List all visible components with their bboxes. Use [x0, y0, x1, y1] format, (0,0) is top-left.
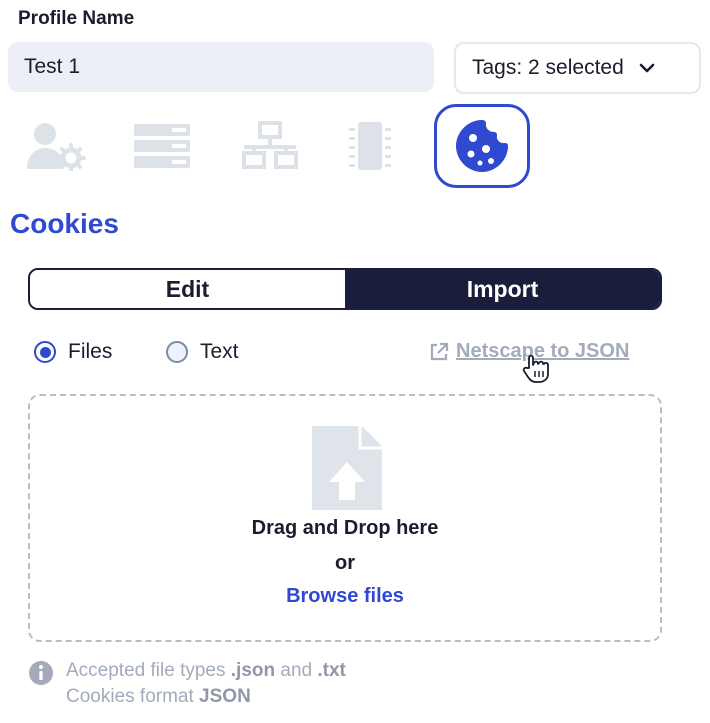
- server-icon: [134, 124, 190, 168]
- text-radio[interactable]: [166, 341, 188, 363]
- category-hardware[interactable]: [338, 116, 402, 176]
- section-title: Cookies: [10, 208, 119, 239]
- file-upload-icon: [312, 426, 382, 510]
- chip-icon: [349, 122, 391, 170]
- user-gear-icon: [27, 123, 86, 171]
- cookies-format-prefix: Cookies format: [66, 686, 200, 707]
- network-icon: [242, 121, 298, 169]
- category-cookies[interactable]: [434, 104, 530, 188]
- hand-cursor-icon: [522, 354, 549, 383]
- chevron-down-icon: [639, 63, 655, 73]
- edit-tab[interactable]: Edit: [30, 270, 345, 308]
- info-icon: [29, 661, 53, 685]
- cookies-format-note: Cookies format JSON: [66, 686, 251, 708]
- txt-ext: .txt: [317, 660, 346, 681]
- drag-drop-text: Drag and Drop here: [251, 517, 439, 539]
- cookies-format-value: JSON: [199, 686, 251, 707]
- category-storage[interactable]: [130, 116, 194, 176]
- accepted-types-note: Accepted file types .json and .txt: [66, 660, 346, 682]
- files-radio-label: Files: [68, 340, 113, 363]
- text-radio-label: Text: [200, 340, 239, 363]
- and-text: and: [275, 660, 318, 681]
- files-radio-option[interactable]: Files: [34, 340, 112, 364]
- category-network[interactable]: [238, 116, 302, 176]
- category-user-settings[interactable]: [24, 116, 88, 176]
- mode-toggle: Edit Import: [28, 268, 662, 310]
- profile-name-label: Profile Name: [18, 8, 135, 29]
- profile-name-input[interactable]: [8, 42, 434, 92]
- import-tab[interactable]: Import: [345, 270, 660, 308]
- cookie-icon: [456, 120, 508, 172]
- json-ext: .json: [230, 660, 276, 681]
- browse-files-link[interactable]: Browse files: [0, 585, 690, 608]
- text-radio-option[interactable]: Text: [166, 340, 239, 364]
- external-link-icon: [430, 342, 449, 360]
- tags-select[interactable]: Tags: 2 selected: [454, 42, 701, 94]
- files-radio[interactable]: [34, 341, 56, 363]
- accepted-types-prefix: Accepted file types: [66, 660, 231, 681]
- tags-select-label: Tags: 2 selected: [472, 56, 624, 79]
- or-text: or: [335, 552, 355, 574]
